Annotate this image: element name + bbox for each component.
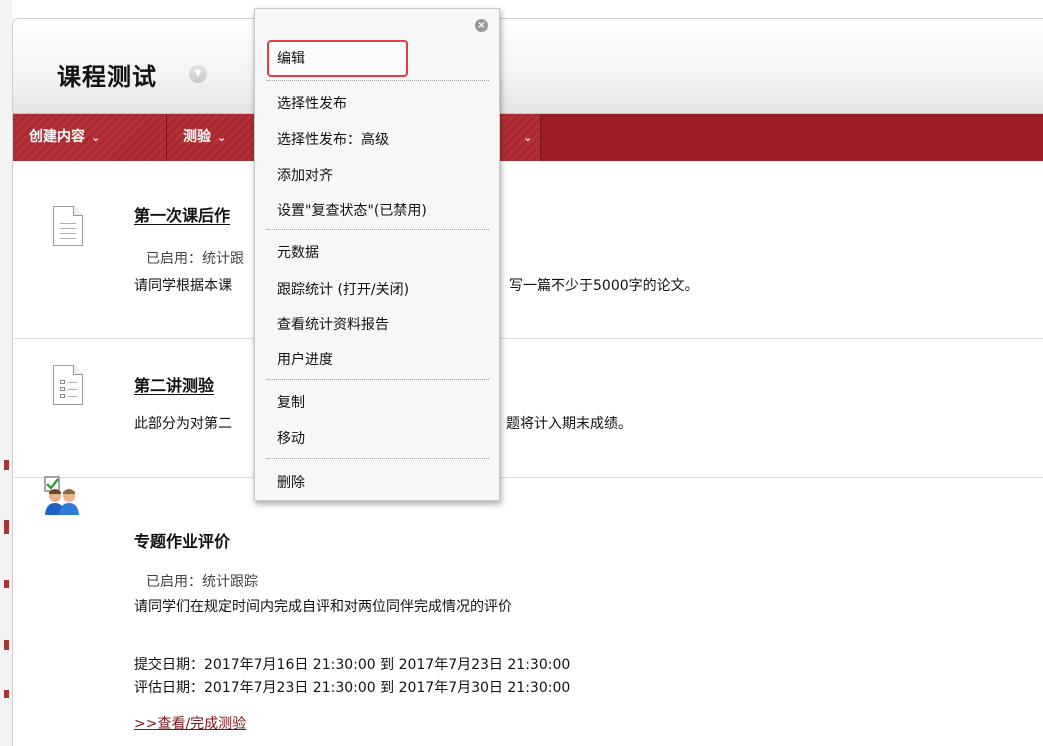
item-status: 已启用：统计跟踪 xyxy=(146,574,258,590)
context-menu: × 编辑 选择性发布 选择性发布：高级 添加对齐 设置"复查状态"(已禁用) 元… xyxy=(254,8,500,501)
action-bar: 创建内容 ⌄ 测验 ⌄ ⌄ xyxy=(13,114,1043,161)
chevron-down-icon: ⌄ xyxy=(217,131,227,144)
menu-item-selective-release[interactable]: 选择性发布 xyxy=(277,93,347,113)
menu-item-view-statistics-report[interactable]: 查看统计资料报告 xyxy=(277,314,389,334)
test-menu-button[interactable]: 测验 ⌄ xyxy=(167,114,267,161)
left-page-edge xyxy=(0,0,12,746)
item-description-continued: 写一篇不少于5000字的论文。 xyxy=(509,278,699,294)
menu-item-add-alignment[interactable]: 添加对齐 xyxy=(277,165,333,185)
item-title[interactable]: 专题作业评价 xyxy=(134,528,230,552)
item-description-continued: 题将计入期末成绩。 xyxy=(506,416,632,432)
content-item-homework: 第一次课后作 已启用：统计跟 请同学根据本课 写一篇不少于5000字的论文。 xyxy=(13,161,1043,339)
item-description: 此部分为对第二 xyxy=(134,416,232,432)
create-content-button[interactable]: 创建内容 ⌄ xyxy=(13,114,167,161)
peer-assessment-icon xyxy=(44,476,79,515)
close-icon[interactable]: × xyxy=(475,19,488,32)
item-description: 请同学们在规定时间内完成自评和对两位同伴完成情况的评价 xyxy=(134,599,512,615)
page-title: 课程测试 xyxy=(57,63,157,91)
item-status: 已启用：统计跟 xyxy=(146,251,244,267)
submit-dates: 提交日期：2017年7月16日 21:30:00 到 2017年7月23日 21… xyxy=(134,657,571,673)
item-title[interactable]: 第一次课后作 xyxy=(134,202,230,226)
menu-item-track-statistics[interactable]: 跟踪统计 (打开/关闭) xyxy=(277,279,409,299)
menu-item-edit[interactable]: 编辑 xyxy=(267,40,408,77)
item-description: 请同学根据本课 xyxy=(134,278,232,294)
page-header: 课程测试 ▼ xyxy=(13,19,1043,114)
content-item-peer-review: 专题作业评价 已启用：统计跟踪 请同学们在规定时间内完成自评和对两位同伴完成情况… xyxy=(13,478,1043,746)
menu-item-copy[interactable]: 复制 xyxy=(277,392,305,412)
chevron-down-icon: ⌄ xyxy=(91,131,101,144)
menu-item-set-review-status[interactable]: 设置"复查状态"(已禁用) xyxy=(277,200,427,220)
item-title[interactable]: 第二讲测验 xyxy=(134,372,214,396)
menu-item-selective-release-advanced[interactable]: 选择性发布：高级 xyxy=(277,129,389,149)
content-item-test: 第二讲测验 此部分为对第二 题将计入期末成绩。 xyxy=(13,339,1043,478)
menu-item-metadata[interactable]: 元数据 xyxy=(277,242,319,262)
test-icon xyxy=(53,365,83,405)
more-menu-button[interactable]: ⌄ xyxy=(501,114,541,161)
title-options-chevron-icon[interactable]: ▼ xyxy=(189,65,207,83)
menu-item-user-progress[interactable]: 用户进度 xyxy=(277,349,333,369)
document-icon xyxy=(53,206,83,246)
chevron-down-icon: ⌄ xyxy=(523,131,533,144)
menu-item-move[interactable]: 移动 xyxy=(277,428,305,448)
test-menu-label: 测验 xyxy=(183,129,211,145)
create-content-label: 创建内容 xyxy=(29,129,85,145)
menu-item-delete[interactable]: 删除 xyxy=(277,472,305,492)
evaluation-dates: 评估日期：2017年7月23日 21:30:00 到 2017年7月30日 21… xyxy=(134,680,571,696)
content-frame: 课程测试 ▼ 创建内容 ⌄ 测验 ⌄ ⌄ 第一次课后作 已启用：统计跟 请同学根据本… xyxy=(12,18,1043,746)
view-complete-test-link[interactable]: >>查看/完成测验 xyxy=(134,713,246,733)
